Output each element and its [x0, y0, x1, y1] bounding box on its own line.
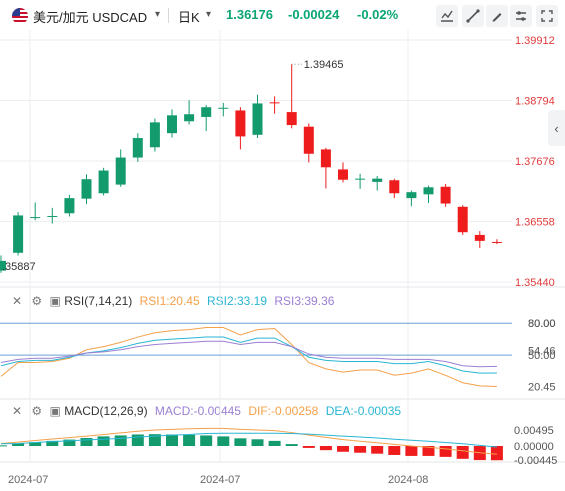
price-chart[interactable]: 80.0050.0020.4580.0054.46 0.004950.00000…	[0, 0, 565, 491]
macd-histogram-bar	[456, 446, 469, 459]
price-axis-label: 1.36558	[515, 217, 555, 229]
candle-body	[457, 206, 468, 233]
candle-body	[184, 114, 195, 122]
macd-histogram-bar	[114, 435, 127, 446]
candle-body	[218, 107, 229, 109]
candle-body	[47, 215, 58, 217]
rsi1-line	[0, 326, 497, 387]
candle-body	[372, 178, 383, 182]
macd-histogram-bar	[166, 434, 178, 446]
candle-body	[252, 103, 263, 135]
candle-body	[201, 107, 212, 117]
price-axis-label: 1.37676	[515, 156, 555, 168]
macd-axis-label: 0.00000	[514, 441, 554, 453]
low-price-label: .35887	[2, 261, 36, 273]
time-axis-label: 2024-07	[200, 474, 240, 486]
candle-body	[389, 180, 400, 194]
rsi-axis-label: 20.45	[528, 381, 556, 393]
macd-histogram-bar	[217, 436, 230, 446]
candle-body	[338, 169, 348, 180]
macd-histogram-bar	[251, 439, 264, 446]
time-axis-label: 2024-08	[388, 474, 428, 486]
candle-body	[81, 179, 92, 199]
macd-histogram-bar	[319, 446, 332, 451]
candle-body	[491, 241, 502, 243]
macd-histogram-bar	[0, 445, 7, 447]
candle-body	[440, 186, 451, 204]
candle-body	[235, 110, 246, 137]
macd-histogram-bar	[131, 434, 144, 446]
candle-body	[115, 157, 126, 185]
macd-histogram-bar	[302, 446, 315, 448]
macd-histogram-bar	[80, 438, 93, 446]
price-axis-label: 1.39912	[515, 35, 555, 47]
macd-histogram-bar	[354, 446, 367, 453]
macd-histogram-bar	[200, 435, 213, 446]
candle-body	[286, 112, 297, 126]
macd-histogram-bar	[405, 446, 418, 456]
rsi-panel: 80.0050.0020.4580.0054.46	[0, 318, 556, 393]
candle-body	[269, 102, 280, 104]
macd-histogram-bar	[439, 446, 452, 457]
candle-body	[64, 198, 75, 214]
macd-axis-label: 0.00495	[514, 425, 554, 437]
high-price-label: 1.39465	[304, 59, 344, 71]
time-axis-label: 2024-07	[8, 474, 48, 486]
macd-histogram-bar	[234, 438, 247, 446]
price-axis-label: 1.38794	[515, 96, 555, 108]
macd-panel: 0.00495 0.00000 -0.00445	[0, 425, 557, 467]
macd-histogram-bar	[490, 446, 503, 461]
candle-body	[423, 187, 434, 195]
price-axis-label: 1.35440	[515, 277, 555, 289]
candlestick-series	[0, 64, 502, 273]
candle-body	[320, 149, 331, 168]
candle-body	[355, 178, 366, 180]
rsi3-line	[0, 340, 497, 368]
candle-body	[474, 234, 485, 241]
candle-body	[13, 215, 24, 253]
macd-histogram-bar	[285, 444, 298, 446]
chevron-left-icon: ‹	[554, 120, 559, 136]
side-panel-toggle[interactable]: ‹	[548, 110, 565, 146]
candle-body	[167, 115, 177, 134]
candle-body	[406, 192, 417, 199]
candle-body	[303, 126, 314, 154]
macd-axis-label: -0.00445	[514, 455, 557, 467]
macd-histogram-bar	[183, 434, 196, 446]
macd-histogram-bar	[337, 446, 349, 452]
candle-body	[98, 170, 109, 194]
candle-body	[30, 217, 41, 219]
candle-body	[149, 122, 160, 148]
macd-histogram-bar	[388, 446, 401, 455]
candle-body	[132, 138, 143, 158]
macd-histogram-bar	[97, 436, 110, 446]
macd-histogram-bar	[371, 446, 384, 454]
macd-histogram-bar	[268, 440, 281, 446]
rsi-axis-label: 54.46	[528, 345, 556, 357]
rsi-axis-label: 80.00	[528, 318, 556, 330]
